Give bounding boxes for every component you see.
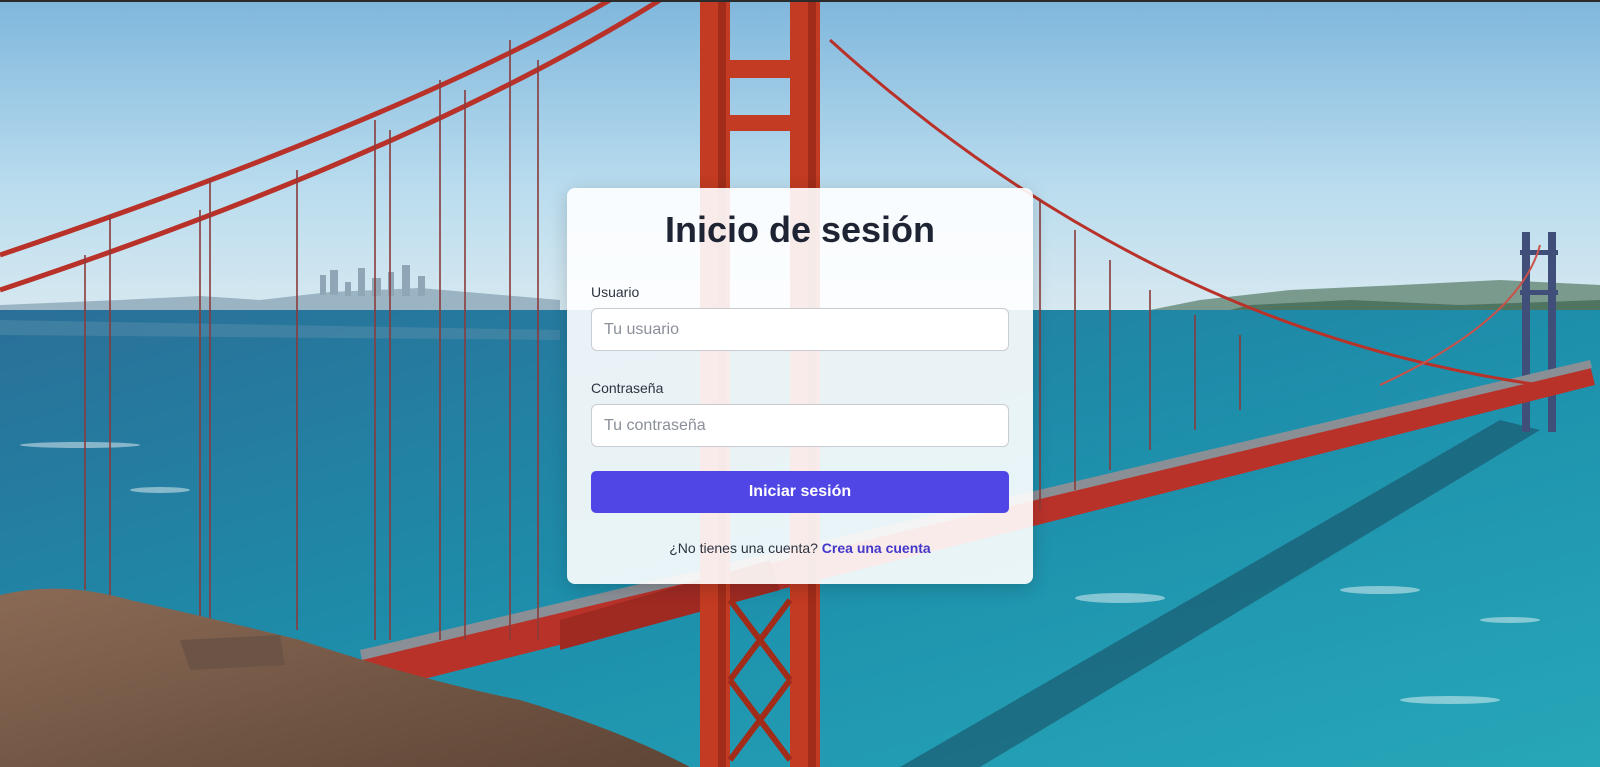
login-button[interactable]: Iniciar sesión	[591, 471, 1009, 513]
login-page: Inicio de sesión Usuario Contraseña Inic…	[0, 0, 1600, 767]
create-account-link[interactable]: Crea una cuenta	[822, 540, 931, 556]
username-label: Usuario	[591, 284, 640, 300]
signup-prompt: ¿No tienes una cuenta? Crea una cuenta	[567, 540, 1033, 556]
password-input[interactable]	[591, 404, 1009, 447]
page-title: Inicio de sesión	[664, 209, 936, 250]
username-input[interactable]	[591, 308, 1009, 351]
signup-prompt-text: ¿No tienes una cuenta?	[669, 540, 818, 556]
login-card: Inicio de sesión Usuario Contraseña Inic…	[567, 188, 1033, 584]
password-label: Contraseña	[591, 380, 664, 396]
top-border	[0, 0, 1600, 2]
